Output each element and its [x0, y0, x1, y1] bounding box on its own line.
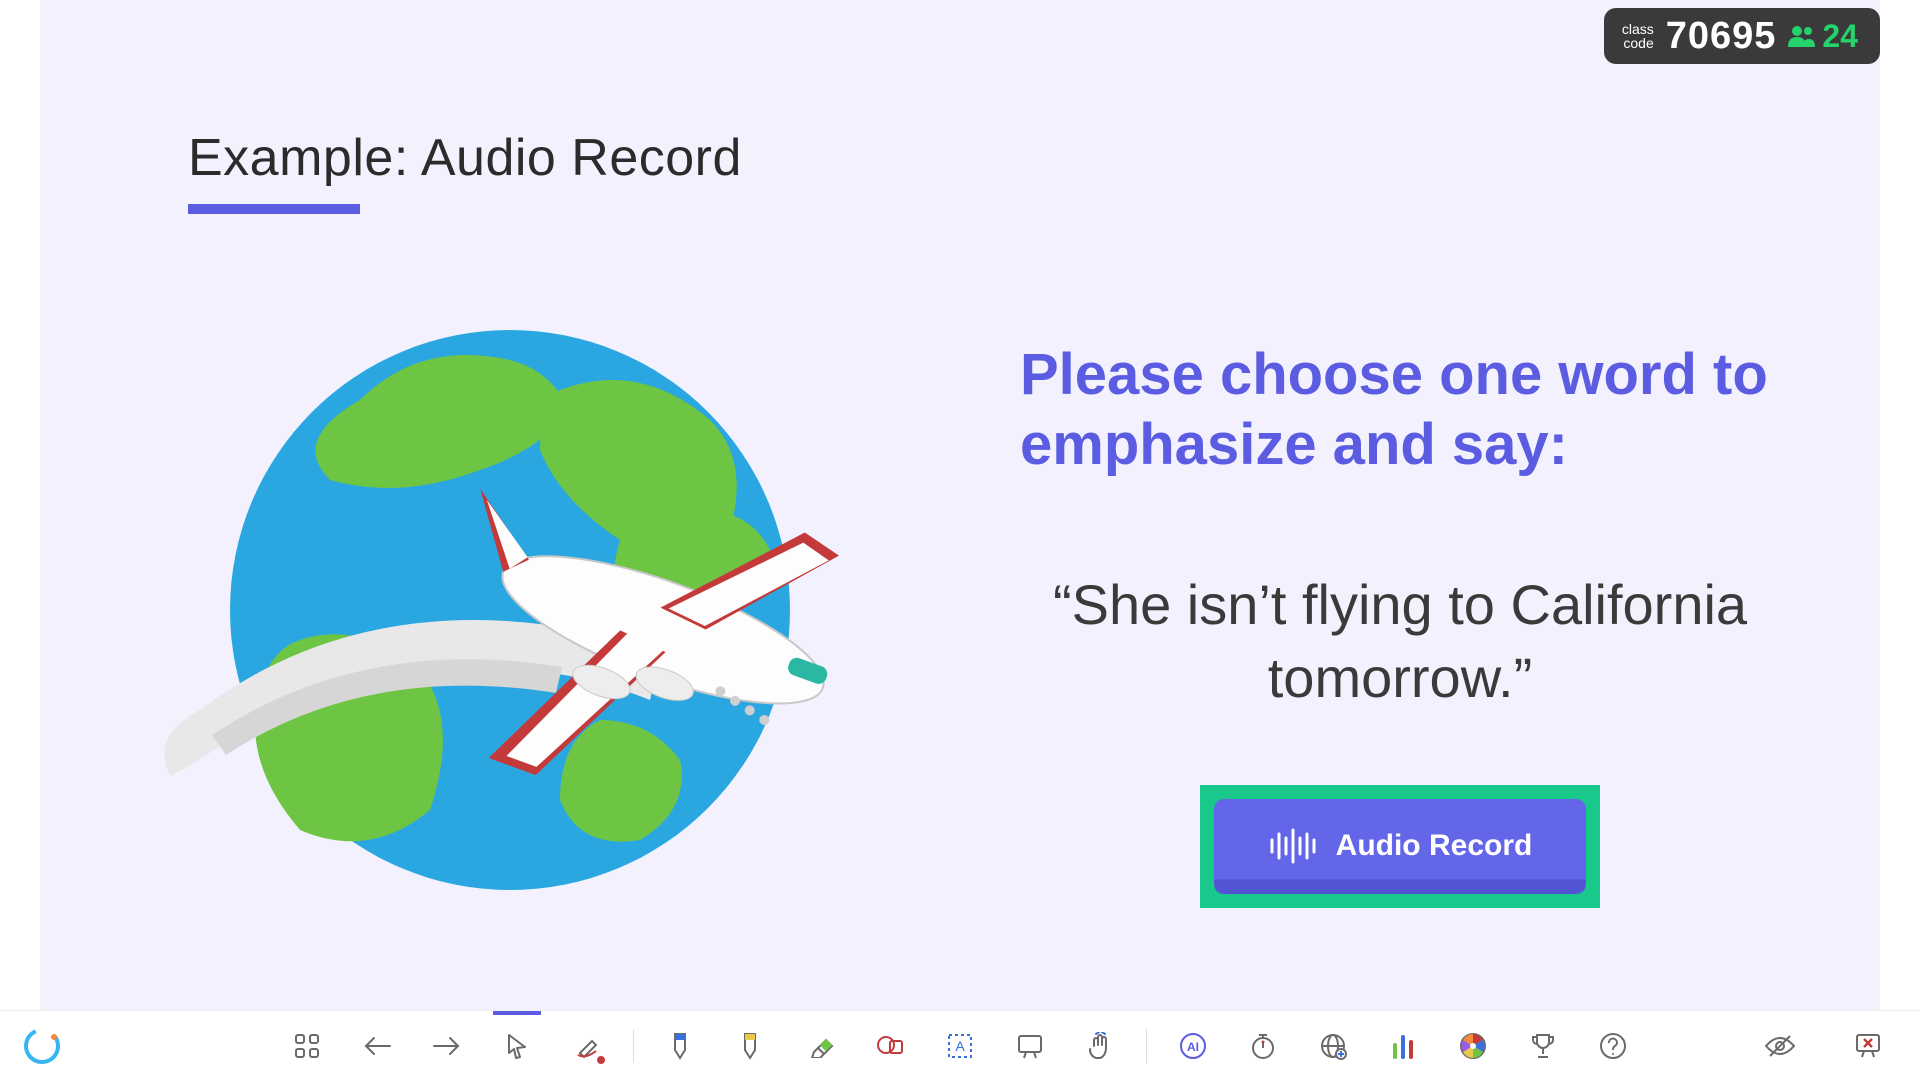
end-presentation-button[interactable] [1844, 1022, 1892, 1070]
svg-text:AI: AI [1187, 1040, 1199, 1054]
hide-toolbar-button[interactable] [1756, 1022, 1804, 1070]
slide-canvas: Example: Audio Record [40, 0, 1880, 1010]
next-slide-button[interactable] [423, 1022, 471, 1070]
toolbar-separator [1146, 1029, 1147, 1063]
trophy-button[interactable] [1519, 1022, 1567, 1070]
audio-record-highlight-frame: Audio Record [1200, 785, 1600, 908]
class-code-value: 70695 [1666, 15, 1777, 58]
slide-right-column: Please choose one word to emphasize and … [1020, 340, 1780, 908]
highlighter-blue-button[interactable] [656, 1022, 704, 1070]
svg-text:A: A [955, 1038, 965, 1054]
prompt-heading: Please choose one word to emphasize and … [1020, 340, 1780, 479]
timer-button[interactable] [1239, 1022, 1287, 1070]
drag-hand-button[interactable] [1076, 1022, 1124, 1070]
marker-tool-button[interactable] [563, 1022, 611, 1070]
participant-count: 24 [1788, 18, 1858, 55]
globe-airplane-illustration [140, 280, 940, 900]
spinner-wheel-button[interactable] [1449, 1022, 1497, 1070]
title-underline [188, 204, 360, 214]
app-logo[interactable] [22, 1026, 62, 1066]
poll-button[interactable] [1379, 1022, 1427, 1070]
class-code-label: class code [1622, 22, 1654, 50]
audio-record-label: Audio Record [1336, 829, 1533, 863]
previous-slide-button[interactable] [353, 1022, 401, 1070]
participant-count-value: 24 [1822, 18, 1858, 55]
grid-view-button[interactable] [283, 1022, 331, 1070]
whiteboard-button[interactable] [1006, 1022, 1054, 1070]
web-browser-button[interactable] [1309, 1022, 1357, 1070]
toolbar-separator [633, 1029, 634, 1063]
slide-title: Example: Audio Record [188, 128, 742, 188]
help-button[interactable] [1589, 1022, 1637, 1070]
eraser-button[interactable] [796, 1022, 844, 1070]
shape-tool-button[interactable] [866, 1022, 914, 1070]
class-label-line2: code [1622, 36, 1654, 50]
class-code-badge[interactable]: class code 70695 24 [1604, 8, 1880, 64]
marker-color-indicator [597, 1056, 605, 1064]
ai-assist-button[interactable]: AI [1169, 1022, 1217, 1070]
audio-wave-icon [1268, 828, 1316, 864]
text-box-button[interactable]: A [936, 1022, 984, 1070]
quote-text: “She isn’t flying to California tomorrow… [1020, 569, 1780, 715]
presenter-toolbar: A AI [0, 1010, 1920, 1080]
pointer-tool-button[interactable] [493, 1022, 541, 1070]
highlighter-yellow-button[interactable] [726, 1022, 774, 1070]
class-label-line1: class [1622, 22, 1654, 36]
audio-record-button[interactable]: Audio Record [1214, 799, 1586, 894]
people-icon [1788, 25, 1816, 47]
